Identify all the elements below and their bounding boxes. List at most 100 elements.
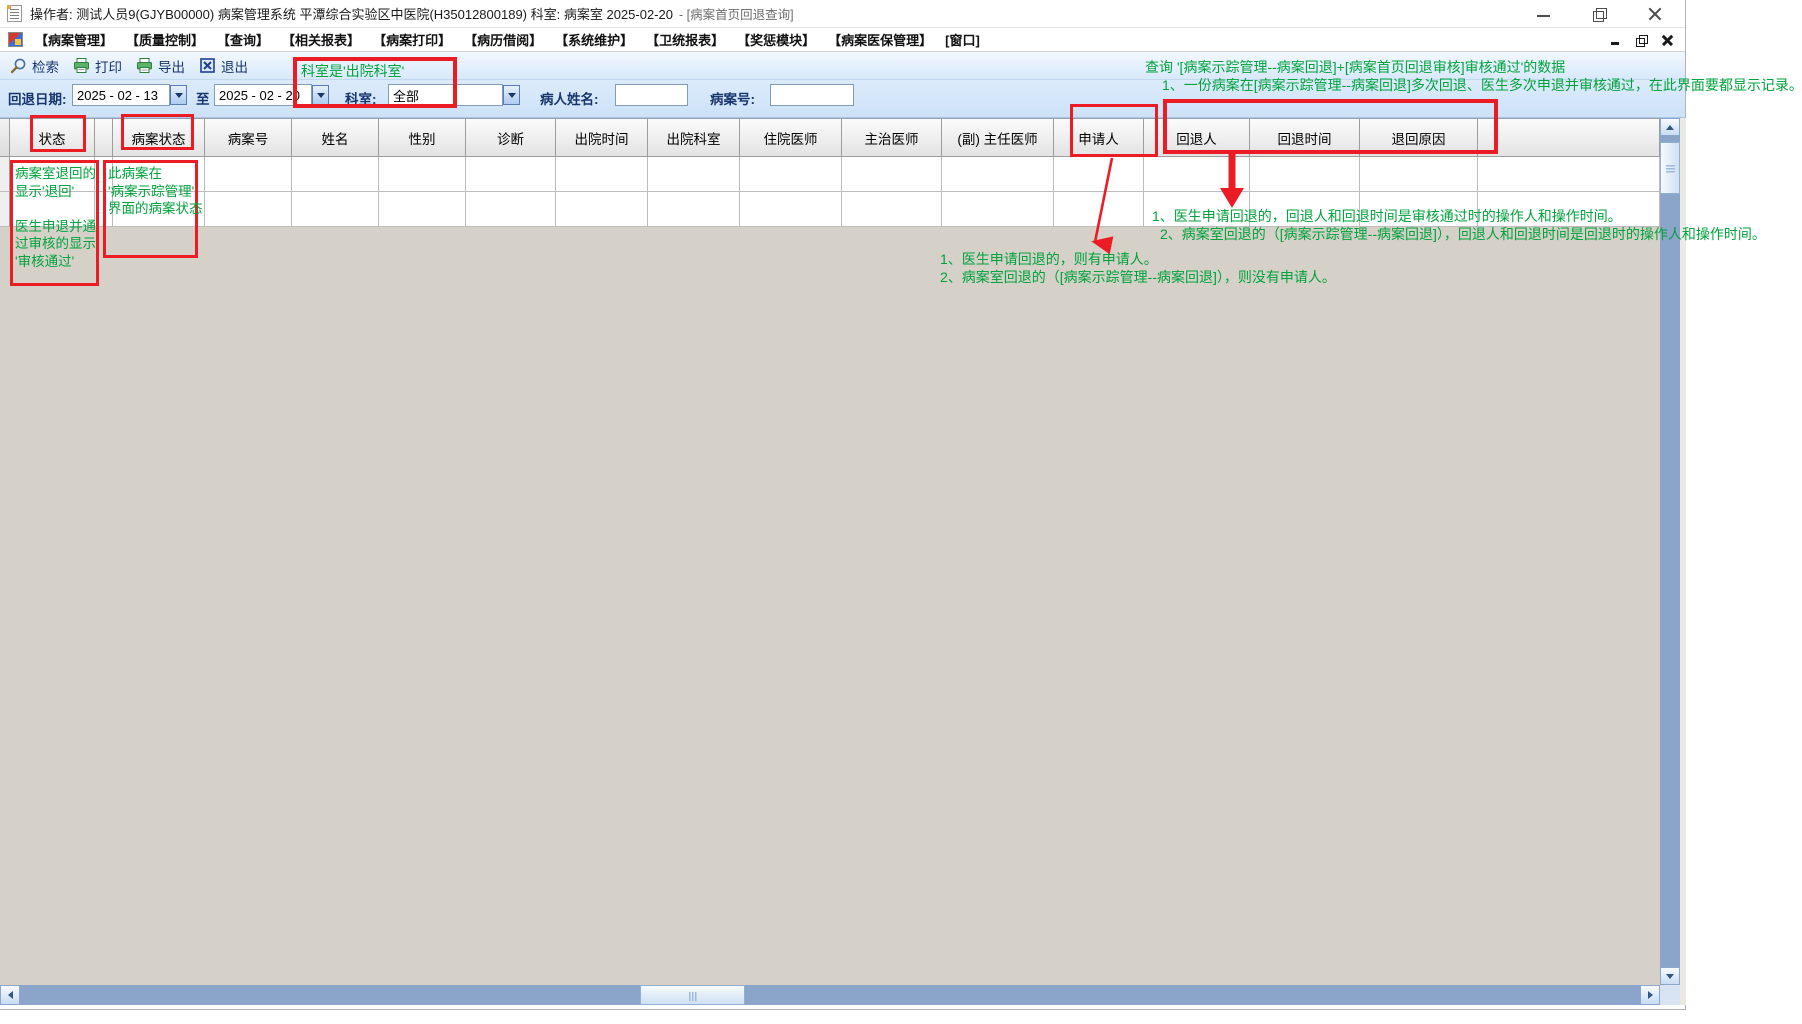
- table-cell[interactable]: [205, 157, 292, 192]
- scroll-right-button[interactable]: [1640, 985, 1660, 1005]
- toolbar: 检索 打印 导出 退出: [0, 52, 1685, 80]
- column-header-出院科室[interactable]: 出院科室: [648, 119, 740, 157]
- search-button[interactable]: 检索: [10, 56, 59, 76]
- column-header-filler[interactable]: [1478, 119, 1660, 157]
- table-cell[interactable]: [1360, 157, 1478, 192]
- date-from-dropdown[interactable]: [170, 85, 187, 105]
- app-icon: [7, 5, 22, 22]
- table-cell[interactable]: [466, 157, 556, 192]
- table-cell[interactable]: [942, 192, 1054, 227]
- table-cell[interactable]: [740, 157, 842, 192]
- column-header-状态[interactable]: 状态: [10, 119, 95, 157]
- table-cell[interactable]: [113, 157, 205, 192]
- table-row[interactable]: [0, 192, 1660, 227]
- menu-item-2[interactable]: 【查询】: [217, 30, 269, 49]
- exit-icon: [199, 57, 216, 74]
- patient-name-input[interactable]: [615, 84, 688, 106]
- column-header-病案状态[interactable]: 病案状态: [113, 119, 205, 157]
- menu-item-5[interactable]: 【病历借阅】: [464, 30, 542, 49]
- table-cell[interactable]: [10, 192, 95, 227]
- table-cell[interactable]: [205, 192, 292, 227]
- table-cell[interactable]: [1250, 192, 1360, 227]
- table-cell[interactable]: [379, 157, 466, 192]
- return-date-label: 回退日期:: [8, 92, 67, 107]
- column-header-回退人[interactable]: 回退人: [1144, 119, 1250, 157]
- column-header-住院医师[interactable]: 住院医师: [740, 119, 842, 157]
- restore-button[interactable]: [1589, 3, 1611, 25]
- dept-combo[interactable]: 全部: [388, 84, 503, 106]
- export-button[interactable]: 导出: [136, 56, 185, 76]
- row-header-cell: [0, 157, 10, 192]
- table-cell[interactable]: [95, 157, 113, 192]
- column-header-退回原因[interactable]: 退回原因: [1360, 119, 1478, 157]
- table-cell[interactable]: [1250, 157, 1360, 192]
- print-button[interactable]: 打印: [73, 56, 122, 76]
- table-cell[interactable]: [1144, 157, 1250, 192]
- table-cell[interactable]: [1054, 157, 1144, 192]
- scrollbar-corner: [1660, 985, 1680, 1005]
- table-cell[interactable]: [1144, 192, 1250, 227]
- menu-item-10[interactable]: [窗口]: [945, 30, 980, 49]
- column-header-spacer[interactable]: [95, 119, 113, 157]
- mdi-restore-button[interactable]: [1635, 33, 1649, 47]
- row-header-cell: [0, 192, 10, 227]
- menu-item-9[interactable]: 【病案医保管理】: [828, 30, 932, 49]
- dept-dropdown[interactable]: [503, 85, 520, 105]
- date-from-field[interactable]: 2025 - 02 - 13: [72, 84, 170, 106]
- menu-item-4[interactable]: 【病案打印】: [373, 30, 451, 49]
- table-cell[interactable]: [466, 192, 556, 227]
- table-cell[interactable]: [740, 192, 842, 227]
- column-header-性别[interactable]: 性别: [379, 119, 466, 157]
- table-cell[interactable]: [292, 192, 379, 227]
- close-button[interactable]: [1645, 3, 1667, 25]
- menu-item-6[interactable]: 【系统维护】: [555, 30, 633, 49]
- table-cell[interactable]: [842, 192, 942, 227]
- vertical-scrollbar[interactable]: [1660, 118, 1680, 985]
- vertical-scroll-thumb[interactable]: [1660, 142, 1680, 194]
- menu-item-7[interactable]: 【卫统报表】: [646, 30, 724, 49]
- table-cell[interactable]: [292, 157, 379, 192]
- date-to-dropdown[interactable]: [312, 85, 329, 105]
- left-arrow-icon: [7, 991, 13, 999]
- menu-item-3[interactable]: 【相关报表】: [282, 30, 360, 49]
- table-cell[interactable]: [113, 192, 205, 227]
- export-icon: [136, 57, 153, 74]
- menu-item-8[interactable]: 【奖惩模块】: [737, 30, 815, 49]
- column-header-回退时间[interactable]: 回退时间: [1250, 119, 1360, 157]
- scroll-up-button[interactable]: [1660, 118, 1680, 136]
- mdi-minimize-button[interactable]: [1609, 33, 1623, 47]
- horizontal-scrollbar[interactable]: [0, 985, 1660, 1005]
- table-cell[interactable]: [95, 192, 113, 227]
- exit-button[interactable]: 退出: [199, 56, 248, 76]
- row-header-corner[interactable]: [0, 119, 10, 157]
- horizontal-scroll-thumb[interactable]: [640, 985, 745, 1005]
- mdi-close-button[interactable]: [1661, 33, 1675, 47]
- table-cell[interactable]: [648, 157, 740, 192]
- menu-item-0[interactable]: 【病案管理】: [35, 30, 113, 49]
- scroll-left-button[interactable]: [0, 985, 20, 1005]
- table-cell[interactable]: [1054, 192, 1144, 227]
- date-to-field[interactable]: 2025 - 02 - 20: [214, 84, 312, 106]
- table-cell[interactable]: [556, 157, 648, 192]
- table-cell[interactable]: [842, 157, 942, 192]
- table-cell[interactable]: [556, 192, 648, 227]
- table-cell[interactable]: [648, 192, 740, 227]
- minimize-button[interactable]: [1533, 3, 1555, 25]
- table-cell[interactable]: [942, 157, 1054, 192]
- table-cell[interactable]: [379, 192, 466, 227]
- column-header-申请人[interactable]: 申请人: [1054, 119, 1144, 157]
- record-no-input[interactable]: [770, 84, 854, 106]
- title-bar: 操作者: 测试人员9(GJYB00000) 病案管理系统 平潭综合实验区中医院(…: [0, 0, 1685, 28]
- filter-bar: 回退日期: 2025 - 02 - 13 至 2025 - 02 - 20 科室…: [0, 80, 1685, 118]
- menu-item-1[interactable]: 【质量控制】: [126, 30, 204, 49]
- scroll-down-button[interactable]: [1660, 967, 1680, 985]
- column-header-出院时间[interactable]: 出院时间: [556, 119, 648, 157]
- column-header-诊断[interactable]: 诊断: [466, 119, 556, 157]
- table-row[interactable]: [0, 157, 1660, 192]
- table-cell[interactable]: [10, 157, 95, 192]
- column-header-病案号[interactable]: 病案号: [205, 119, 292, 157]
- table-cell[interactable]: [1360, 192, 1478, 227]
- column-header-(副) 主任医师[interactable]: (副) 主任医师: [942, 119, 1054, 157]
- column-header-主治医师[interactable]: 主治医师: [842, 119, 942, 157]
- column-header-姓名[interactable]: 姓名: [292, 119, 379, 157]
